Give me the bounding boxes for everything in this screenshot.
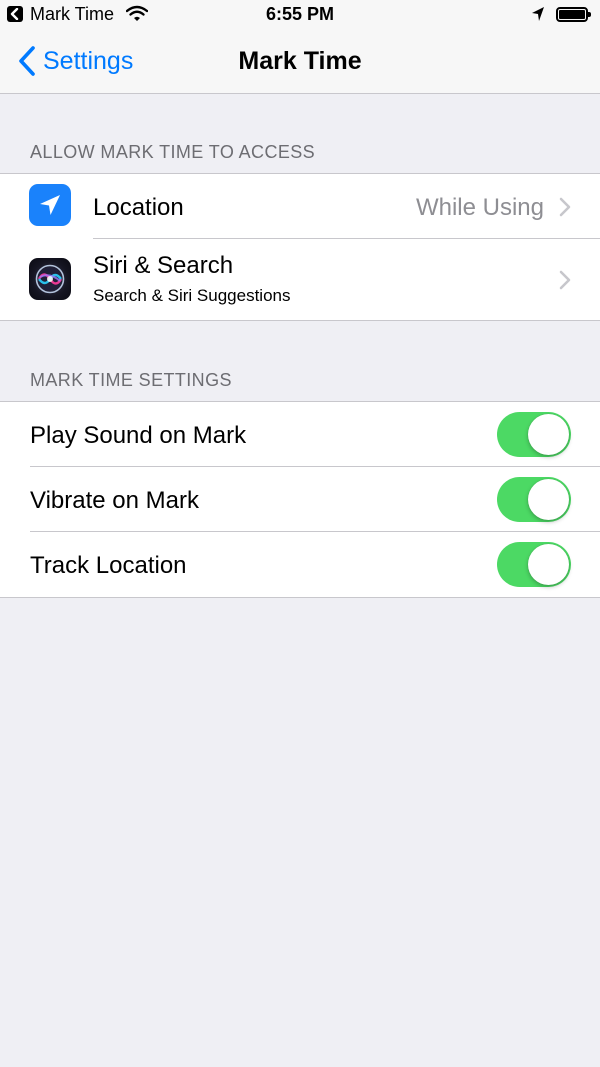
vibrate-row: Vibrate on Mark xyxy=(0,467,600,531)
location-arrow-icon xyxy=(29,184,71,226)
play-sound-toggle[interactable] xyxy=(497,412,571,457)
toggle-knob xyxy=(528,544,569,585)
track-location-toggle[interactable] xyxy=(497,542,571,587)
play-sound-label: Play Sound on Mark xyxy=(30,422,247,449)
page-title: Mark Time xyxy=(238,47,362,75)
chevron-right-icon xyxy=(559,270,571,290)
battery-icon xyxy=(556,7,591,22)
location-services-icon xyxy=(531,6,545,27)
siri-search-subtitle: Search & Siri Suggestions xyxy=(93,286,291,305)
location-value: While Using xyxy=(415,194,544,221)
status-bar: Mark Time 6:55 PM xyxy=(0,0,600,30)
section-header-access: ALLOW MARK TIME TO ACCESS xyxy=(30,142,316,162)
vibrate-toggle[interactable] xyxy=(497,477,571,522)
chevron-right-icon xyxy=(559,197,571,217)
access-group: Location While Using Siri & Search Searc… xyxy=(0,173,600,321)
section-header-settings: MARK TIME SETTINGS xyxy=(30,370,232,390)
toggle-knob xyxy=(528,479,569,520)
track-location-label: Track Location xyxy=(30,552,187,579)
siri-search-row[interactable]: Siri & Search Search & Siri Suggestions xyxy=(0,239,600,320)
settings-group: Play Sound on Mark Vibrate on Mark Track… xyxy=(0,401,600,598)
location-label: Location xyxy=(93,194,184,221)
location-row[interactable]: Location While Using xyxy=(0,174,600,238)
siri-search-label: Siri & Search xyxy=(93,252,234,279)
play-sound-row: Play Sound on Mark xyxy=(0,402,600,466)
navigation-bar: Settings Mark Time xyxy=(0,30,600,94)
vibrate-label: Vibrate on Mark xyxy=(30,487,199,514)
track-location-row: Track Location xyxy=(0,532,600,596)
toggle-knob xyxy=(528,414,569,455)
siri-icon xyxy=(29,258,71,300)
status-time: 6:55 PM xyxy=(265,4,335,24)
